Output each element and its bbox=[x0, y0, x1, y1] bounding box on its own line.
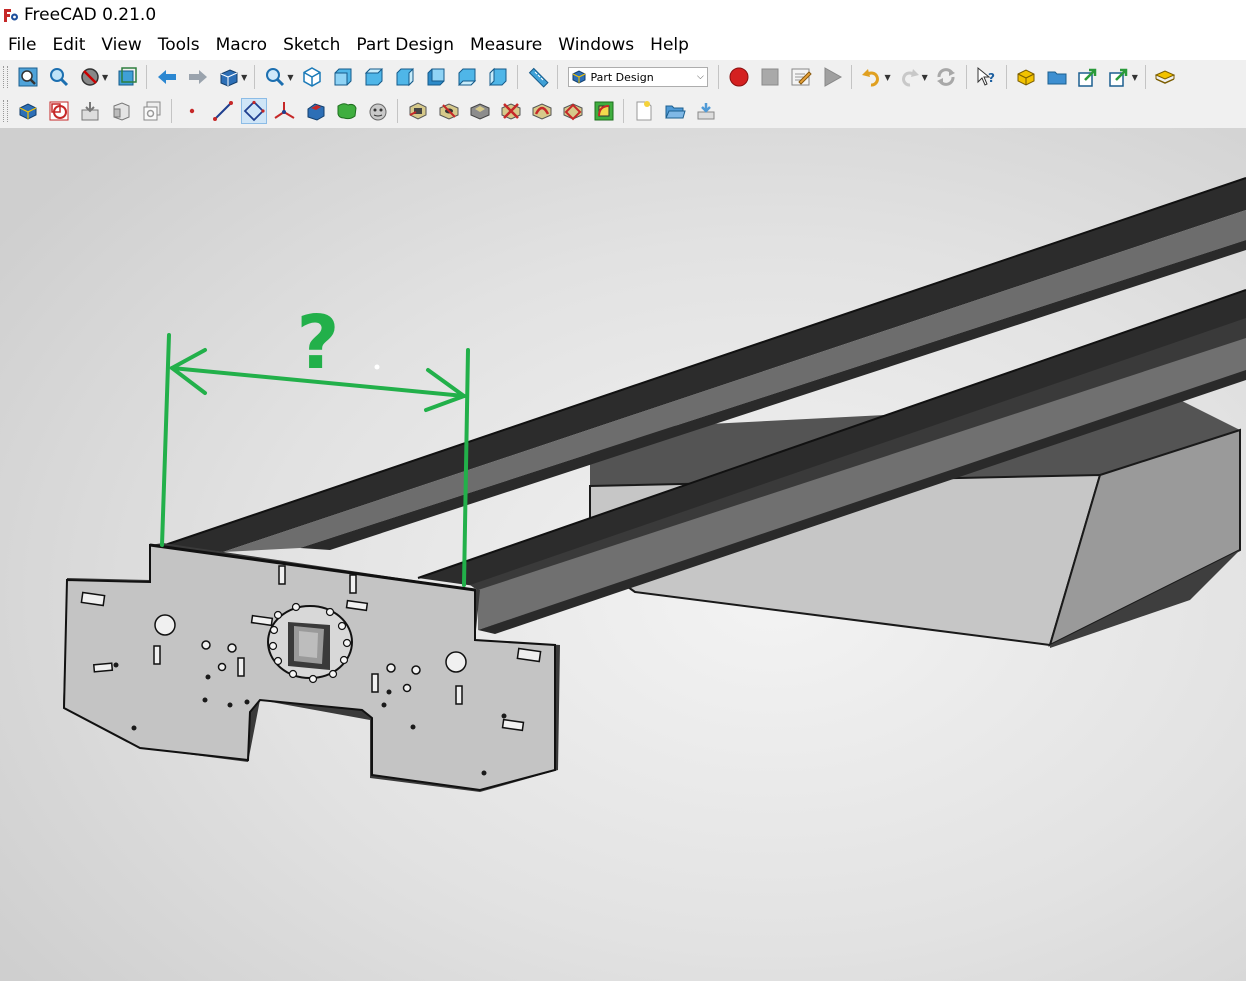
main-toolbar: ▼ ▼ ▼ Part Design ⌵ ▼ ▼ ? ▼ bbox=[0, 60, 1246, 94]
datum-point-icon[interactable] bbox=[179, 98, 205, 124]
whats-this-icon[interactable]: ? bbox=[973, 64, 999, 90]
menu-bar: File Edit View Tools Macro Sketch Part D… bbox=[0, 30, 1246, 60]
toolbar-separator bbox=[146, 65, 148, 89]
measure-icon[interactable] bbox=[525, 64, 551, 90]
rear-view-icon[interactable] bbox=[423, 64, 449, 90]
toolbar-separator bbox=[1144, 65, 1146, 89]
chevron-down-icon: ⌵ bbox=[697, 72, 704, 82]
title-bar: FreeCAD 0.21.0 bbox=[0, 0, 1246, 30]
front-view-icon[interactable] bbox=[330, 64, 356, 90]
toolbar-separator bbox=[397, 99, 398, 123]
hole-icon[interactable] bbox=[436, 98, 462, 124]
workbench-label: Part Design bbox=[590, 70, 654, 84]
datum-plane-icon[interactable] bbox=[240, 98, 267, 124]
new-document-icon[interactable] bbox=[631, 98, 657, 124]
fit-all-icon[interactable] bbox=[15, 64, 41, 90]
dimension-question-mark: ? bbox=[297, 300, 340, 386]
open-document-icon[interactable] bbox=[662, 98, 688, 124]
toolbar-separator bbox=[965, 65, 967, 89]
zoom-dropdown-icon[interactable]: ▼ bbox=[287, 73, 293, 82]
datum-line-icon[interactable] bbox=[210, 98, 236, 124]
views-dropdown-icon[interactable]: ▼ bbox=[241, 73, 247, 82]
redo-dropdown-icon[interactable]: ▼ bbox=[922, 73, 928, 82]
subtractive-helix-icon[interactable] bbox=[560, 98, 586, 124]
workbench-views-icon[interactable] bbox=[216, 64, 242, 90]
menu-measure[interactable]: Measure bbox=[462, 35, 550, 55]
link-dropdown-icon[interactable]: ▼ bbox=[1132, 73, 1138, 82]
run-macro-icon[interactable] bbox=[819, 64, 845, 90]
cursor-dot bbox=[374, 364, 380, 370]
3d-viewport[interactable]: ? bbox=[0, 128, 1246, 981]
freecad-logo-icon bbox=[3, 8, 19, 22]
draw-style-icon[interactable] bbox=[77, 64, 103, 90]
window-title: FreeCAD 0.21.0 bbox=[24, 5, 157, 25]
menu-macro[interactable]: Macro bbox=[208, 35, 275, 55]
bounding-box-icon[interactable] bbox=[114, 64, 140, 90]
menu-windows[interactable]: Windows bbox=[550, 35, 642, 55]
toolbar-separator bbox=[557, 65, 559, 89]
workbench-selector[interactable]: Part Design ⌵ bbox=[568, 67, 709, 87]
part-design-toolbar bbox=[0, 94, 1246, 129]
link-actions-icon[interactable] bbox=[1106, 64, 1132, 90]
menu-edit[interactable]: Edit bbox=[44, 35, 93, 55]
toolbar-separator bbox=[171, 99, 172, 123]
menu-file[interactable]: File bbox=[0, 35, 44, 55]
fillet-icon[interactable] bbox=[591, 98, 617, 124]
toolbar-separator bbox=[254, 65, 256, 89]
3d-scene[interactable]: ? bbox=[0, 128, 1246, 981]
svg-text:?: ? bbox=[988, 71, 995, 85]
toolbar-separator bbox=[718, 65, 720, 89]
subshape-binder-icon[interactable] bbox=[108, 98, 134, 124]
refresh-icon[interactable] bbox=[933, 64, 959, 90]
edit-macro-icon[interactable] bbox=[788, 64, 814, 90]
groove-icon[interactable] bbox=[467, 98, 493, 124]
record-macro-icon[interactable] bbox=[726, 64, 752, 90]
group-icon[interactable] bbox=[1044, 64, 1070, 90]
bottom-view-icon[interactable] bbox=[454, 64, 480, 90]
back-icon[interactable] bbox=[154, 64, 180, 90]
toolbar-separator bbox=[517, 65, 519, 89]
shape-binder-icon[interactable] bbox=[77, 98, 103, 124]
pad-icon[interactable] bbox=[303, 98, 329, 124]
create-sketch-icon[interactable] bbox=[46, 98, 72, 124]
left-view-icon[interactable] bbox=[485, 64, 511, 90]
local-cs-icon[interactable] bbox=[272, 98, 298, 124]
menu-help[interactable]: Help bbox=[642, 35, 697, 55]
toolbar-separator bbox=[851, 65, 853, 89]
additive-pipe-icon[interactable] bbox=[365, 98, 391, 124]
top-view-icon[interactable] bbox=[361, 64, 387, 90]
create-body-icon[interactable] bbox=[15, 98, 41, 124]
fit-selection-icon[interactable] bbox=[46, 64, 72, 90]
toolbar-separator bbox=[1005, 65, 1007, 89]
toolbar-grip[interactable] bbox=[3, 66, 8, 88]
subtractive-loft-icon[interactable] bbox=[498, 98, 524, 124]
menu-tools[interactable]: Tools bbox=[150, 35, 208, 55]
zoom-icon[interactable] bbox=[262, 64, 288, 90]
right-view-icon[interactable] bbox=[392, 64, 418, 90]
menu-view[interactable]: View bbox=[93, 35, 149, 55]
toolbar-grip[interactable] bbox=[3, 100, 8, 122]
part-icon[interactable] bbox=[1013, 64, 1039, 90]
std-part-icon[interactable] bbox=[1152, 64, 1178, 90]
undo-dropdown-icon[interactable]: ▼ bbox=[884, 73, 890, 82]
draw-style-dropdown-icon[interactable]: ▼ bbox=[102, 73, 108, 82]
save-icon[interactable] bbox=[693, 98, 719, 124]
undo-icon[interactable] bbox=[859, 64, 885, 90]
stop-macro-icon[interactable] bbox=[757, 64, 783, 90]
subtractive-pipe-icon[interactable] bbox=[529, 98, 555, 124]
part-design-workbench-icon bbox=[572, 70, 586, 84]
toolbar-separator bbox=[623, 99, 624, 123]
redo-icon[interactable] bbox=[896, 64, 922, 90]
menu-part-design[interactable]: Part Design bbox=[348, 35, 462, 55]
forward-icon[interactable] bbox=[185, 64, 211, 90]
additive-loft-icon[interactable] bbox=[334, 98, 360, 124]
clone-icon[interactable] bbox=[139, 98, 165, 124]
link-icon[interactable] bbox=[1075, 64, 1101, 90]
isometric-view-icon[interactable] bbox=[299, 64, 325, 90]
pocket-icon[interactable] bbox=[405, 98, 431, 124]
menu-sketch[interactable]: Sketch bbox=[275, 35, 348, 55]
